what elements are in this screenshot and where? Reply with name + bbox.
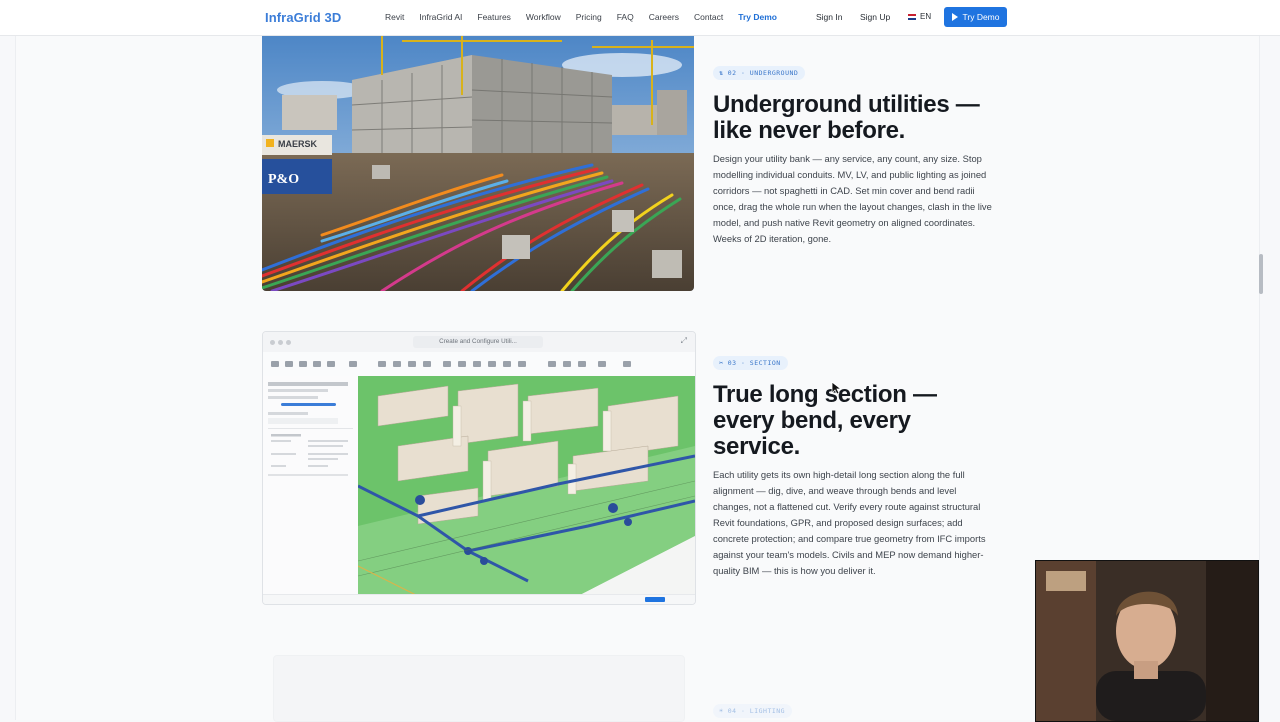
section-body-underground: Design your utility bank — any service, … — [713, 153, 992, 244]
flag-icon — [908, 13, 916, 20]
section-heading-underground: Underground utilities — like never befor… — [713, 91, 980, 144]
play-icon — [951, 13, 958, 21]
nav-link-infragrid-ai[interactable]: InfraGrid AI — [419, 12, 462, 22]
logo[interactable]: InfraGrid 3D — [265, 10, 341, 25]
app-screenshot: Create and Configure Utili... ⤢ — [262, 331, 696, 605]
heading-line: like never before. — [713, 117, 906, 144]
next-section-preview — [273, 655, 685, 722]
webcam-overlay — [1035, 560, 1259, 722]
container-label-maersk: MAERSK — [278, 139, 318, 149]
section-body-section: Each utility gets its own high-detail lo… — [713, 469, 986, 576]
section-heading-section: True long section — every bend, every se… — [713, 382, 937, 460]
nav-link-revit[interactable]: Revit — [385, 12, 404, 22]
nav-link-pricing[interactable]: Pricing — [576, 12, 602, 22]
window-dot — [286, 340, 291, 345]
bulb-icon: ☀ — [719, 707, 724, 715]
3d-viewport[interactable] — [357, 376, 695, 597]
try-demo-button[interactable]: Try Demo — [944, 7, 1007, 27]
sign-up-link[interactable]: Sign Up — [860, 12, 890, 22]
nav-link-careers[interactable]: Careers — [649, 12, 679, 22]
language-label: EN — [920, 12, 932, 21]
app-toolbar — [263, 352, 695, 377]
window-dot — [270, 340, 275, 345]
expand-icon: ⤢ — [680, 336, 687, 345]
scissors-icon: ✂ — [719, 359, 724, 367]
construction-site-photo: MAERSK P&O — [262, 35, 694, 291]
section-tag-section: ✂ 03 · SECTION — [713, 356, 788, 370]
top-navbar: InfraGrid 3D Revit InfraGrid AI Features… — [0, 0, 1280, 36]
properties-panel — [263, 376, 359, 594]
app-statusbar — [263, 594, 695, 604]
nav-link-contact[interactable]: Contact — [694, 12, 723, 22]
nav-link-workflow[interactable]: Workflow — [526, 12, 561, 22]
mouse-cursor-icon — [831, 381, 841, 395]
heading-line: True long section — — [713, 381, 937, 408]
window-dot — [278, 340, 283, 345]
nav-link-faq[interactable]: FAQ — [617, 12, 634, 22]
section-tag-lighting: ☀ 04 · LIGHTING — [713, 704, 793, 718]
app-titlebar: Create and Configure Utili... ⤢ — [263, 332, 695, 353]
nav-links: Revit InfraGrid AI Features Workflow Pri… — [385, 12, 792, 22]
section-tag-underground: ⇅ 02 · UNDERGROUND — [713, 66, 806, 80]
try-demo-label: Try Demo — [962, 12, 1000, 22]
heading-line: service. — [713, 433, 801, 460]
status-button[interactable] — [645, 597, 665, 602]
heading-line: Underground utilities — — [713, 91, 980, 118]
heading-line: every bend, every — [713, 407, 911, 434]
app-window-title: Create and Configure Utili... — [413, 336, 543, 348]
nav-link-try-demo[interactable]: Try Demo — [738, 12, 777, 22]
section-tag-label: 03 · SECTION — [727, 359, 781, 367]
pipes-icon: ⇅ — [719, 69, 724, 77]
section-tag-label: 02 · UNDERGROUND — [727, 69, 799, 77]
language-selector[interactable]: EN — [908, 12, 931, 21]
container-label-po: P&O — [268, 172, 299, 187]
section-tag-label: 04 · LIGHTING — [727, 707, 786, 715]
scrollbar-thumb[interactable] — [1259, 254, 1263, 294]
sign-in-link[interactable]: Sign In — [816, 12, 842, 22]
nav-link-features[interactable]: Features — [477, 12, 511, 22]
